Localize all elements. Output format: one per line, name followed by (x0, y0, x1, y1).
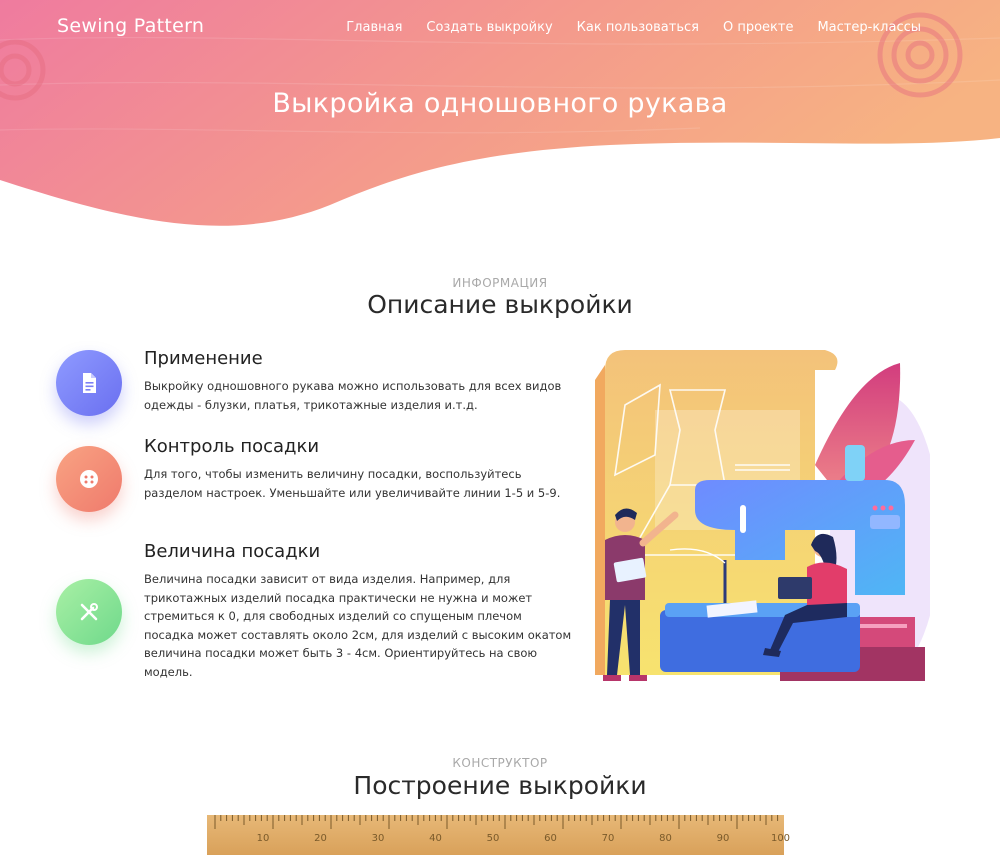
ruler-label: 60 (544, 833, 557, 844)
sewing-illustration (595, 350, 930, 681)
feature-title: Применение (144, 348, 263, 369)
nav-create-pattern[interactable]: Создать выкройку (426, 20, 552, 35)
button-icon (56, 446, 122, 512)
ruler-label: 20 (314, 833, 327, 844)
builder-overline: КОНСТРУКТОР (452, 756, 548, 770)
ruler-label: 10 (256, 833, 270, 844)
nav-about[interactable]: О проекте (723, 20, 794, 35)
feature-title: Контроль посадки (144, 436, 320, 457)
ruler-label: 30 (371, 833, 385, 844)
ruler-label: 90 (716, 833, 730, 844)
ruler-label: 100 (770, 833, 791, 844)
nav-master-classes[interactable]: Мастер-классы (817, 20, 921, 35)
info-section-title: Описание выкройки (367, 290, 633, 319)
feature-text: Выкройку одношовного рукава можно исполь… (144, 379, 562, 412)
tools-icon (56, 579, 122, 645)
page-title: Выкройка одношовного рукава (272, 88, 728, 119)
nav-home[interactable]: Главная (346, 20, 402, 35)
site-logo[interactable]: Sewing Pattern (57, 15, 204, 37)
document-icon (56, 350, 122, 416)
info-overline: ИНФОРМАЦИЯ (452, 276, 548, 290)
feature-title: Величина посадки (144, 541, 321, 562)
measurement-ruler: 10 20 30 40 50 60 70 80 90 100 (207, 815, 790, 855)
hero-banner: Sewing Pattern Главная Создать выкройку … (0, 0, 1000, 240)
ruler-label: 40 (429, 833, 442, 844)
builder-section-title: Построение выкройки (353, 771, 647, 800)
nav-how-to-use[interactable]: Как пользоваться (577, 20, 699, 35)
feature-text: Для того, чтобы изменить величину посадк… (144, 467, 561, 500)
ruler-label: 80 (659, 833, 672, 844)
ruler-label: 50 (486, 833, 500, 844)
ruler-label: 70 (601, 833, 615, 844)
main-nav: Главная Создать выкройку Как пользоватьс… (346, 20, 921, 35)
feature-text: Величина посадки зависит от вида изделия… (144, 572, 572, 679)
